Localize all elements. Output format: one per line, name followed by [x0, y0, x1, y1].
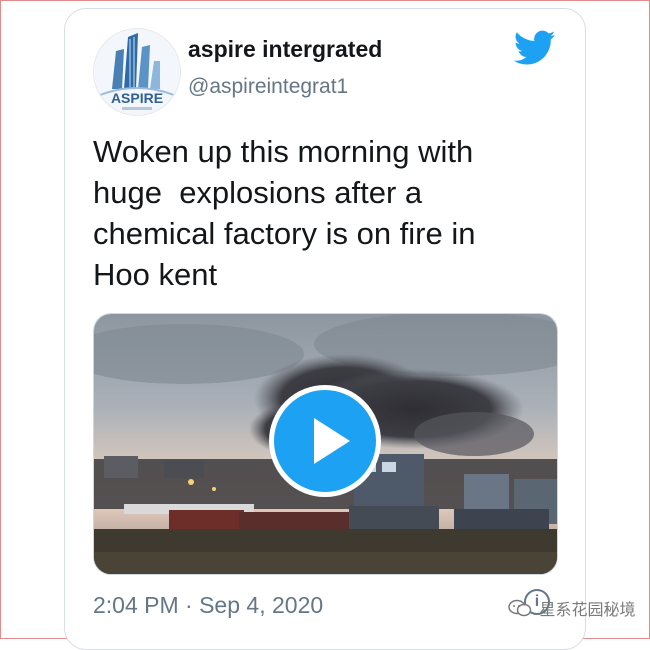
aspire-logo: ASPIRE: [94, 29, 180, 115]
watermark-text: 星系花园秘境: [539, 602, 636, 619]
display-name[interactable]: aspire intergrated: [188, 36, 382, 63]
tweet-text-line: Woken up this morning with: [93, 134, 474, 169]
twitter-bird-icon[interactable]: [514, 30, 556, 66]
tweet-text: Woken up this morning with huge explosio…: [93, 131, 543, 295]
watermark: 星系花园秘境: [508, 596, 635, 620]
play-icon: [314, 418, 350, 464]
tweet-text-line: chemical factory is on fire in: [93, 216, 476, 251]
tweet-timestamp[interactable]: 2:04 PM · Sep 4, 2020: [93, 592, 323, 619]
avatar-logo-text: ASPIRE: [111, 90, 163, 106]
user-handle[interactable]: @aspireintegrat1: [188, 75, 348, 99]
play-button[interactable]: [269, 385, 381, 497]
avatar[interactable]: ASPIRE: [93, 28, 181, 116]
tweet-text-line: huge explosions after a: [93, 175, 423, 210]
wechat-icon: [508, 599, 532, 617]
tweet-text-line: Hoo kent: [93, 257, 218, 292]
